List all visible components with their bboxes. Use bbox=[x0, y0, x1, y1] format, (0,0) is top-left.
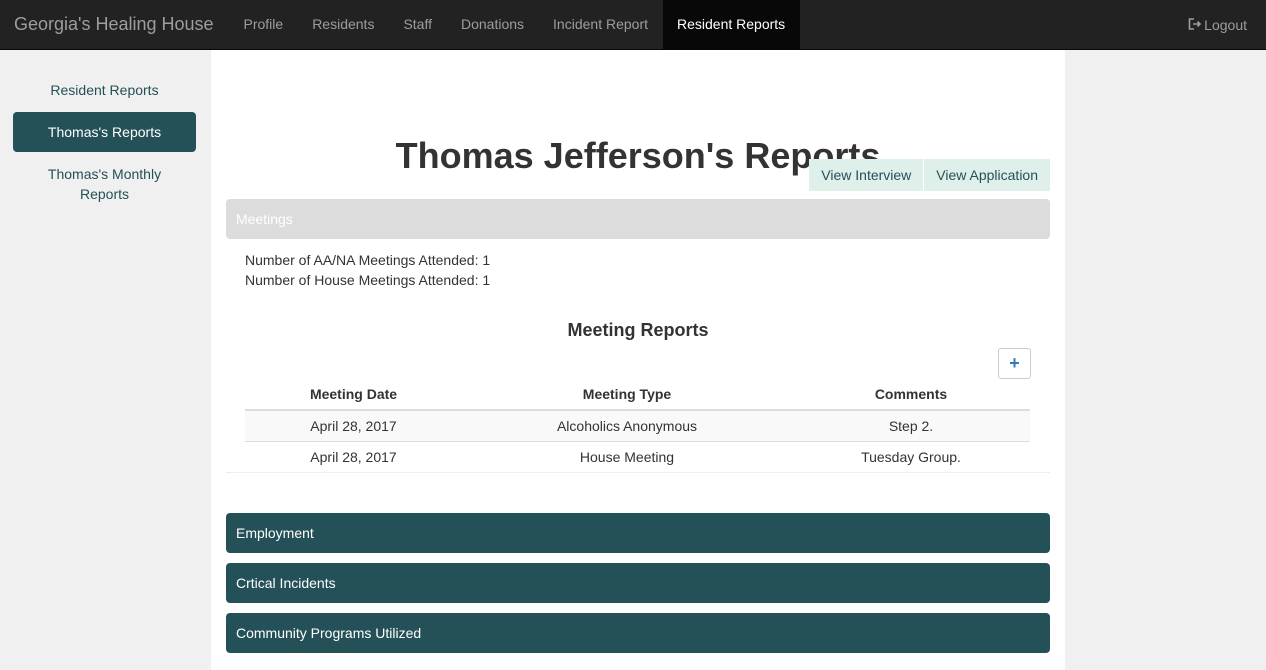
logout-button[interactable]: Logout bbox=[1188, 0, 1247, 49]
comments-cell: Tuesday Group. bbox=[792, 441, 1030, 472]
nav-item-staff[interactable]: Staff bbox=[389, 0, 447, 49]
sidebar: Resident Reports Thomas's Reports Thomas… bbox=[13, 70, 196, 216]
meeting-type-cell: House Meeting bbox=[462, 441, 792, 472]
top-navbar: Georgia's Healing House Profile Resident… bbox=[0, 0, 1266, 50]
column-header-meeting-type: Meeting Type bbox=[462, 379, 792, 411]
table-row: April 28, 2017 Alcoholics Anonymous Step… bbox=[245, 409, 1030, 442]
aa-na-meetings-count: Number of AA/NA Meetings Attended: 1 bbox=[245, 252, 491, 268]
brand-link[interactable]: Georgia's Healing House bbox=[14, 0, 214, 49]
main-panel: Thomas Jefferson's Reports View Intervie… bbox=[211, 50, 1065, 670]
action-buttons: View Interview View Application bbox=[809, 159, 1050, 191]
table-header-row: Meeting Date Meeting Type Comments bbox=[245, 379, 1030, 411]
community-programs-panel-heading[interactable]: Community Programs Utilized bbox=[226, 613, 1050, 653]
sidebar-item-thomas-monthly-reports[interactable]: Thomas's Monthly Reports bbox=[13, 154, 196, 214]
add-meeting-button[interactable]: + bbox=[998, 348, 1031, 379]
column-header-meeting-date: Meeting Date bbox=[245, 379, 462, 411]
meeting-date-cell: April 28, 2017 bbox=[245, 441, 462, 472]
nav-item-incident-report[interactable]: Incident Report bbox=[539, 0, 663, 49]
nav-item-resident-reports[interactable]: Resident Reports bbox=[662, 0, 800, 49]
logout-icon bbox=[1188, 1, 1204, 49]
comments-cell: Step 2. bbox=[792, 409, 1030, 442]
house-meetings-count: Number of House Meetings Attended: 1 bbox=[245, 272, 491, 288]
view-interview-button[interactable]: View Interview bbox=[809, 159, 924, 191]
meeting-reports-table: Meeting Date Meeting Type Comments April… bbox=[245, 379, 1030, 472]
nav-menu: Profile Residents Staff Donations Incide… bbox=[229, 0, 800, 49]
sidebar-item-resident-reports[interactable]: Resident Reports bbox=[13, 70, 196, 110]
meeting-type-cell: Alcoholics Anonymous bbox=[462, 409, 792, 442]
meeting-stats: Number of AA/NA Meetings Attended: 1 Num… bbox=[245, 250, 490, 290]
sidebar-item-thomas-reports[interactable]: Thomas's Reports bbox=[13, 112, 196, 152]
table-row: April 28, 2017 House Meeting Tuesday Gro… bbox=[245, 441, 1030, 472]
nav-item-donations[interactable]: Donations bbox=[447, 0, 539, 49]
critical-incidents-panel-heading[interactable]: Crtical Incidents bbox=[226, 563, 1050, 603]
employment-panel-heading[interactable]: Employment bbox=[226, 513, 1050, 553]
logout-label: Logout bbox=[1204, 16, 1247, 33]
view-application-button[interactable]: View Application bbox=[924, 159, 1050, 191]
nav-item-profile[interactable]: Profile bbox=[229, 0, 298, 49]
nav-item-residents[interactable]: Residents bbox=[298, 0, 389, 49]
panel-divider bbox=[226, 472, 1050, 473]
meeting-reports-title: Meeting Reports bbox=[567, 320, 709, 340]
meetings-panel-heading[interactable]: Meetings bbox=[226, 199, 1050, 239]
meeting-date-cell: April 28, 2017 bbox=[245, 409, 462, 442]
column-header-comments: Comments bbox=[792, 379, 1030, 411]
